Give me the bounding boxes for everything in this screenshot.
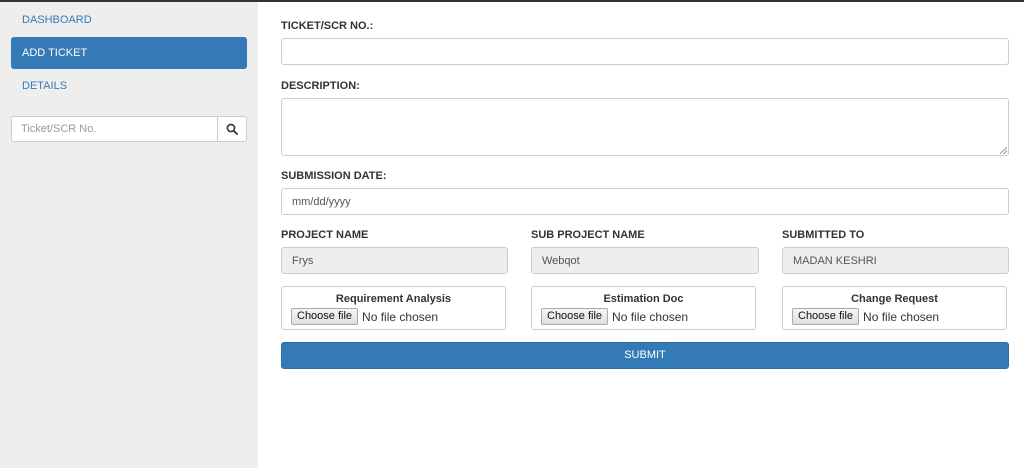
submitted-to-label: SUBMITTED TO <box>782 229 865 241</box>
file-row: Choose file No file chosen <box>541 308 688 325</box>
change-request-upload: Change Request Choose file No file chose… <box>782 286 1007 330</box>
project-name-label: PROJECT NAME <box>281 229 369 241</box>
resize-handle-icon[interactable] <box>1000 147 1007 154</box>
choose-file-button[interactable]: Choose file <box>541 308 609 325</box>
file-status: No file chosen <box>362 309 439 324</box>
file-title: Change Request <box>851 293 938 305</box>
sidebar-item-details[interactable]: DETAILS <box>11 70 247 102</box>
submit-button[interactable]: SUBMIT <box>281 342 1009 369</box>
search-button[interactable] <box>217 116 247 142</box>
file-status: No file chosen <box>612 309 689 324</box>
description-textarea[interactable] <box>281 98 1009 156</box>
description-wrapper <box>281 98 1009 156</box>
sidebar: DASHBOARD ADD TICKET DETAILS <box>0 2 258 468</box>
choose-file-button[interactable]: Choose file <box>291 308 359 325</box>
ticket-label: TICKET/SCR NO.: <box>281 20 374 32</box>
ticket-form: TICKET/SCR NO.: DESCRIPTION: SUBMISSION … <box>258 2 1024 468</box>
sidebar-search <box>11 116 247 142</box>
submission-date-input[interactable]: mm/dd/yyyy <box>281 188 1009 215</box>
file-row: Choose file No file chosen <box>792 308 939 325</box>
sidebar-item-add-ticket[interactable]: ADD TICKET <box>11 37 247 69</box>
sub-project-name-field: Webqot <box>531 247 759 274</box>
estimation-doc-upload: Estimation Doc Choose file No file chose… <box>531 286 756 330</box>
search-icon <box>226 123 238 135</box>
description-label: DESCRIPTION: <box>281 80 360 92</box>
file-row: Choose file No file chosen <box>291 308 438 325</box>
choose-file-button[interactable]: Choose file <box>792 308 860 325</box>
search-input[interactable] <box>11 116 217 142</box>
submitted-to-field: MADAN KESHRI <box>782 247 1009 274</box>
file-title: Estimation Doc <box>603 293 684 305</box>
file-title: Requirement Analysis <box>335 293 452 305</box>
submission-date-label: SUBMISSION DATE: <box>281 170 387 182</box>
ticket-input[interactable] <box>281 38 1009 65</box>
sidebar-item-dashboard[interactable]: DASHBOARD <box>11 4 247 36</box>
sub-project-name-label: SUB PROJECT NAME <box>531 229 645 241</box>
project-name-field: Frys <box>281 247 508 274</box>
file-status: No file chosen <box>863 309 940 324</box>
requirement-analysis-upload: Requirement Analysis Choose file No file… <box>281 286 506 330</box>
